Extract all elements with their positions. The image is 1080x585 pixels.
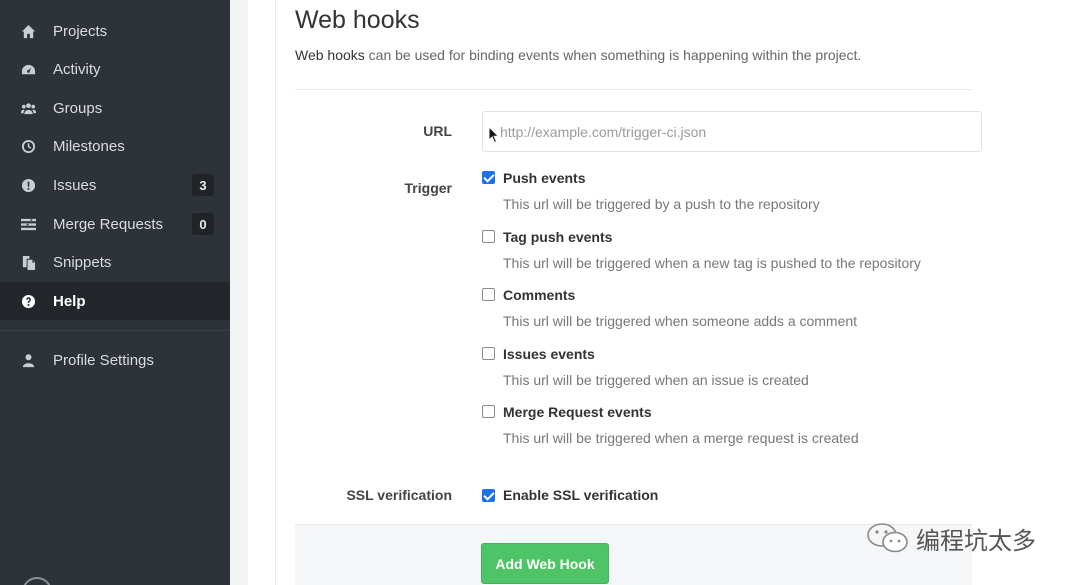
exclamation-circle-icon (20, 177, 36, 193)
push-events-checkbox[interactable] (482, 171, 495, 184)
sidebar-item-groups[interactable]: Groups (0, 89, 230, 127)
push-events-label[interactable]: Push events (503, 170, 585, 186)
comments-checkbox[interactable] (482, 288, 495, 301)
merge-requests-count-badge: 0 (192, 213, 214, 235)
content-gutter (230, 0, 248, 585)
issues-events-label[interactable]: Issues events (503, 346, 595, 362)
sidebar-item-snippets[interactable]: Snippets (0, 243, 230, 281)
trigger-label: Trigger (404, 180, 452, 196)
home-icon (20, 23, 36, 39)
avatar[interactable] (22, 577, 52, 585)
sidebar-item-label: Profile Settings (53, 351, 154, 369)
sidebar-item-label: Help (53, 292, 86, 310)
merge-request-events-help: This url will be triggered when a merge … (503, 430, 859, 446)
sidebar-item-projects[interactable]: Projects (0, 12, 230, 50)
issues-events-checkbox[interactable] (482, 347, 495, 360)
sidebar-item-label: Projects (53, 22, 108, 40)
sidebar-item-label: Milestones (53, 137, 125, 155)
sidebar-item-label: Groups (53, 99, 103, 117)
sidebar-item-help[interactable]: Help (0, 282, 230, 320)
merge-request-events-label[interactable]: Merge Request events (503, 404, 652, 420)
push-events-help: This url will be triggered by a push to … (503, 196, 820, 212)
comments-help: This url will be triggered when someone … (503, 313, 858, 329)
sidebar-item-label: Activity (53, 60, 101, 78)
watermark-text: 编程坑太多 (916, 527, 1036, 555)
tag-push-events-help: This url will be triggered when a new ta… (503, 255, 921, 271)
ssl-verification-option-label[interactable]: Enable SSL verification (503, 487, 658, 503)
tag-push-events-checkbox[interactable] (482, 230, 495, 243)
question-circle-icon (20, 293, 36, 309)
comments-label[interactable]: Comments (503, 287, 575, 303)
page-title: Web hooks (295, 6, 420, 34)
sidebar-item-milestones[interactable]: Milestones (0, 127, 230, 165)
tag-push-events-label[interactable]: Tag push events (503, 229, 612, 245)
issues-events-help: This url will be triggered when an issue… (503, 372, 809, 388)
group-icon (20, 100, 36, 116)
description-strong: Web hooks (295, 47, 365, 63)
sidebar-item-issues[interactable]: Issues 3 (0, 166, 230, 204)
merge-request-events-checkbox[interactable] (482, 405, 495, 418)
sidebar-item-label: Merge Requests (53, 215, 164, 233)
header-divider (295, 89, 972, 90)
list-icon (20, 216, 36, 232)
page-description: Web hooks can be used for binding events… (295, 47, 861, 63)
user-icon (20, 352, 36, 368)
sidebar-divider (0, 330, 230, 331)
mouse-cursor-icon (488, 126, 500, 144)
wechat-icon (867, 523, 908, 553)
description-text: can be used for binding events when some… (364, 47, 862, 63)
sidebar-item-profile-settings[interactable]: Profile Settings (0, 341, 230, 379)
issues-count-badge: 3 (192, 174, 214, 196)
sidebar-item-activity[interactable]: Activity (0, 50, 230, 88)
sidebar-item-label: Snippets (53, 253, 112, 271)
sidebar-item-merge-requests[interactable]: Merge Requests 0 (0, 205, 230, 243)
clock-icon (20, 138, 36, 154)
url-input[interactable] (482, 111, 982, 152)
ssl-verification-label: SSL verification (346, 487, 452, 503)
ssl-verification-checkbox[interactable] (482, 489, 495, 502)
sidebar: Projects Activity Groups Milestones Issu… (0, 0, 230, 585)
url-label: URL (423, 123, 452, 139)
watermark: 编程坑太多 (866, 520, 1036, 556)
add-web-hook-button[interactable]: Add Web Hook (481, 543, 609, 584)
content-border (275, 0, 276, 585)
copy-icon (20, 254, 36, 270)
dashboard-icon (20, 61, 36, 77)
sidebar-item-label: Issues (53, 176, 97, 194)
